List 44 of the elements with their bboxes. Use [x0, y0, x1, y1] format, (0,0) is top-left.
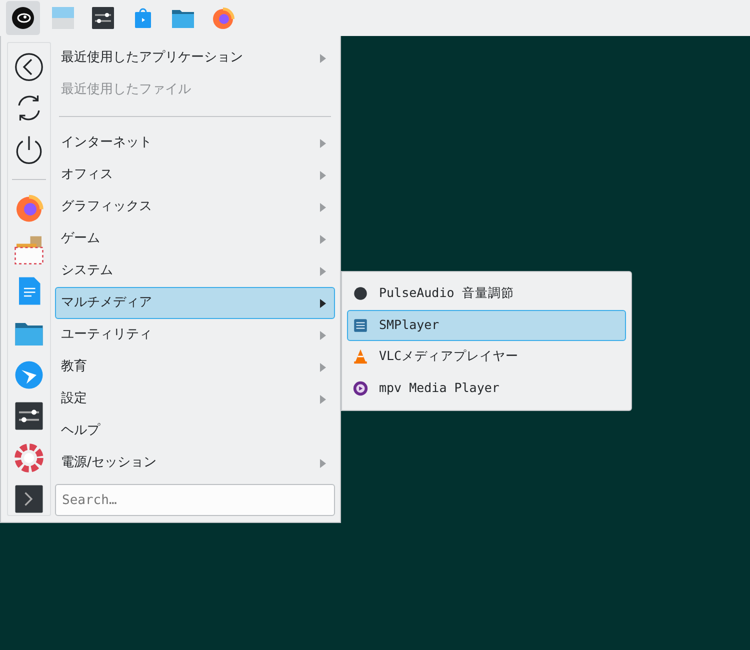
menu-item[interactable]: ゲーム [55, 223, 335, 255]
submenu-arrow-icon [320, 138, 326, 148]
taskbar-launcher[interactable] [6, 1, 40, 35]
submenu-item[interactable]: mpv Media Player [347, 372, 626, 404]
power-icon [14, 134, 44, 165]
menu-item[interactable]: インターネット [55, 127, 335, 159]
mail-icon [14, 234, 44, 265]
firefox-icon [14, 193, 44, 224]
search-field[interactable]: Search… [55, 484, 335, 516]
submenu-arrow-icon [320, 458, 326, 468]
submenu-arrow-icon [320, 330, 326, 340]
submenu-arrow-icon [320, 394, 326, 404]
submenu-arrow-icon [320, 202, 326, 212]
menu-item[interactable]: ヘルプ [55, 415, 335, 447]
desktop-pager-icon [51, 6, 75, 30]
submenu-arrow-icon [320, 362, 326, 372]
submenu-arrow-icon [320, 298, 326, 308]
menu-item[interactable]: 電源/セッション [55, 447, 335, 479]
back-icon [14, 52, 44, 82]
submenu-arrow-icon [320, 266, 326, 276]
menu-item[interactable]: 設定 [55, 383, 335, 415]
sidebar-button[interactable] [13, 400, 45, 432]
firefox-icon [211, 6, 235, 30]
menu-item[interactable]: システム [55, 255, 335, 287]
submenu-item[interactable]: PulseAudio 音量調節 [347, 278, 626, 310]
sliders-icon [14, 401, 44, 432]
lifebuoy-icon [14, 442, 44, 473]
menu-item[interactable]: グラフィックス [55, 191, 335, 223]
menu-item[interactable]: ユーティリティ [55, 319, 335, 351]
menu-item[interactable]: オフィス [55, 159, 335, 191]
submenu-arrow-icon [320, 234, 326, 244]
play-icon [352, 380, 369, 397]
submenu-item[interactable]: VLCメディアプレイヤー [347, 341, 626, 372]
menu-item[interactable]: 最近使用したアプリケーション [55, 42, 335, 74]
sidebar-button[interactable] [13, 51, 45, 83]
terminal-icon [14, 484, 44, 514]
sliders-icon [91, 6, 115, 30]
sidebar-button[interactable] [13, 483, 45, 515]
submenu-item[interactable]: SMPlayer [347, 310, 626, 341]
submenu-arrow-icon [320, 54, 326, 62]
submenu-arrow-icon [320, 170, 326, 180]
menu-item[interactable]: マルチメディア [55, 287, 335, 319]
menu-item[interactable]: 教育 [55, 351, 335, 383]
traffic-cone-icon [352, 348, 369, 366]
